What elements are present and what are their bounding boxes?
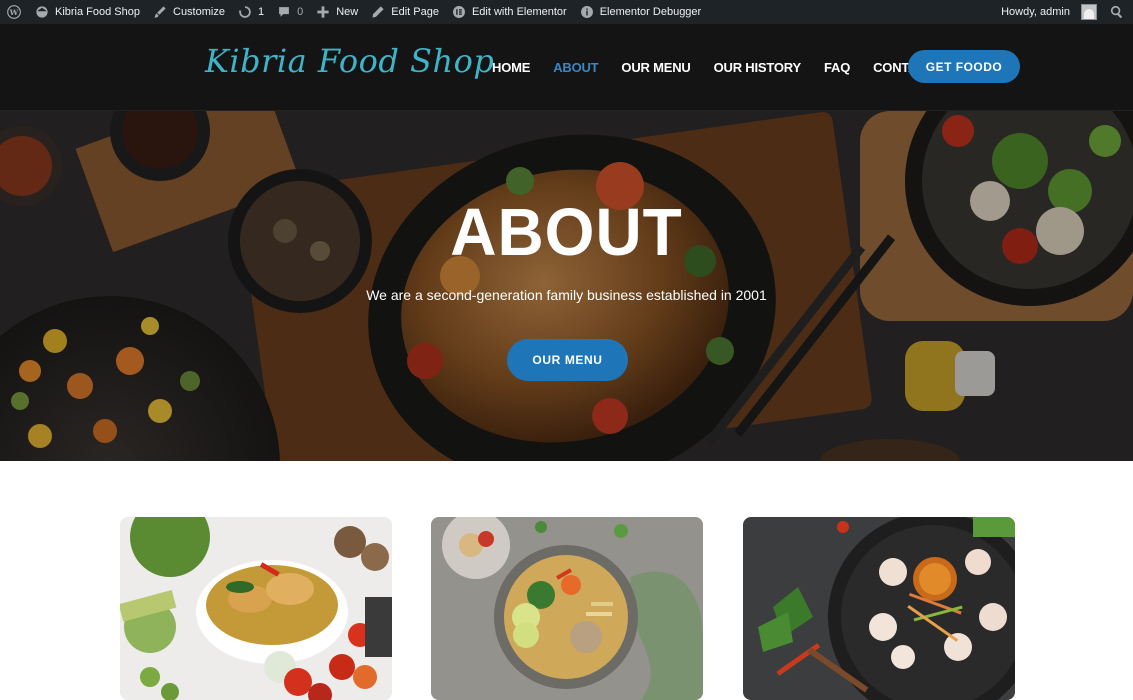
edit-page-link[interactable]: Edit Page <box>364 0 445 24</box>
nav-item-home[interactable]: HOME <box>492 60 530 75</box>
elementor-debugger-link[interactable]: Elementor Debugger <box>573 0 708 24</box>
hero-overlay <box>0 111 1133 461</box>
nav-item-our-history[interactable]: OUR HISTORY <box>714 60 802 75</box>
hero-section: ABOUT We are a second-generation family … <box>0 111 1133 461</box>
edit-with-elementor-label: Edit with Elementor <box>471 6 567 18</box>
nav-item-faq[interactable]: FAQ <box>824 60 850 75</box>
food-card-curry[interactable] <box>120 517 392 700</box>
admin-bar-left: W Kibria Food Shop Customize 1 0 New Edi… <box>0 0 707 24</box>
svg-text:W: W <box>9 8 19 17</box>
my-account-link[interactable]: Howdy, admin <box>995 0 1103 24</box>
nav-item-about[interactable]: ABOUT <box>553 60 598 75</box>
admin-bar-right: Howdy, admin <box>995 0 1133 24</box>
curry-bowl-photo <box>120 517 392 700</box>
comments-link[interactable]: 0 <box>270 0 309 24</box>
avatar <box>1081 4 1097 20</box>
site-name-link[interactable]: Kibria Food Shop <box>28 0 146 24</box>
elementor-debugger-label: Elementor Debugger <box>599 6 702 18</box>
page-title: ABOUT <box>450 194 683 270</box>
greeting-label: Howdy, admin <box>1001 6 1070 18</box>
updates-link[interactable]: 1 <box>231 0 270 24</box>
site-logo[interactable]: Kibria Food Shop <box>205 42 494 80</box>
home-icon <box>34 4 50 20</box>
noodle-soup-photo <box>431 517 703 700</box>
info-icon <box>579 4 595 20</box>
comment-icon <box>276 4 292 20</box>
edit-page-label: Edit Page <box>391 6 439 18</box>
customize-link[interactable]: Customize <box>146 0 231 24</box>
search-icon <box>1109 4 1125 20</box>
comments-count: 0 <box>297 6 304 18</box>
edit-with-elementor-link[interactable]: Edit with Elementor <box>445 0 573 24</box>
customize-label: Customize <box>173 6 225 18</box>
our-menu-button[interactable]: OUR MENU <box>507 339 628 381</box>
nav-item-our-menu[interactable]: OUR MENU <box>621 60 690 75</box>
food-card-shrimp[interactable] <box>743 517 1015 700</box>
updates-icon <box>237 4 253 20</box>
hero-subtitle: We are a second-generation family busine… <box>366 287 767 303</box>
wordpress-menu[interactable]: W <box>0 0 28 24</box>
main-nav: HOME ABOUT OUR MENU OUR HISTORY FAQ CONT… <box>492 60 978 75</box>
site-header: Kibria Food Shop HOME ABOUT OUR MENU OUR… <box>0 24 1133 111</box>
new-content-link[interactable]: New <box>309 0 364 24</box>
food-card-noodles[interactable] <box>431 517 703 700</box>
new-label: New <box>336 6 359 18</box>
updates-count: 1 <box>257 6 265 18</box>
brush-icon <box>152 4 168 20</box>
site-name-label: Kibria Food Shop <box>55 6 140 18</box>
pencil-icon <box>370 4 386 20</box>
shrimp-platter-photo <box>743 517 1015 700</box>
get-foodo-button[interactable]: GET FOODO <box>908 50 1020 83</box>
wordpress-logo-icon: W <box>6 4 22 20</box>
plus-icon <box>315 4 331 20</box>
admin-bar: W Kibria Food Shop Customize 1 0 New Edi… <box>0 0 1133 24</box>
elementor-icon <box>451 4 467 20</box>
search-button[interactable] <box>1103 0 1133 24</box>
